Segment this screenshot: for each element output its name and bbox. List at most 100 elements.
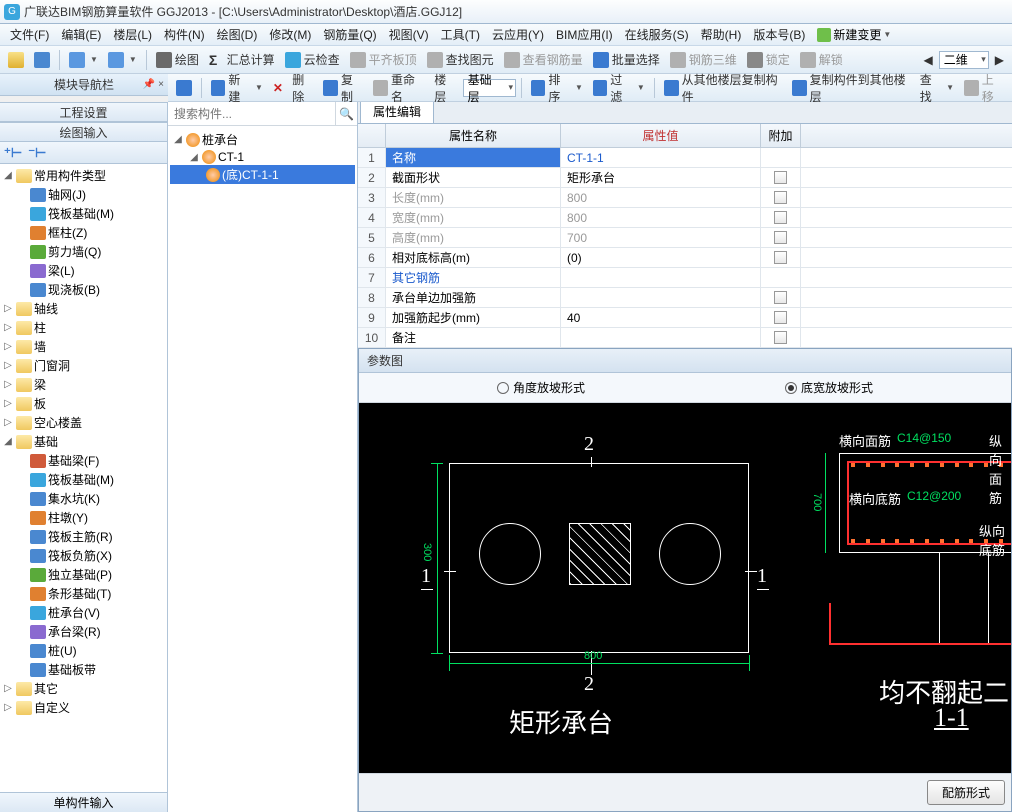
menu-help[interactable]: 帮助(H) <box>695 24 748 45</box>
tree-node[interactable]: ▷空心楼盖 <box>0 413 167 432</box>
menu-modify[interactable]: 修改(M) <box>263 24 317 45</box>
checkbox[interactable] <box>774 291 787 304</box>
new-change-button[interactable]: 新建变更▼ <box>817 26 891 43</box>
menu-version[interactable]: 版本号(B) <box>747 24 811 45</box>
menu-component[interactable]: 构件(N) <box>158 24 211 45</box>
tree-node[interactable]: ▷轴线 <box>0 299 167 318</box>
tree-node[interactable]: ▷梁 <box>0 375 167 394</box>
property-row[interactable]: 6相对底标高(m)(0) <box>358 248 1012 268</box>
checkbox[interactable] <box>774 231 787 244</box>
rebar-form-button[interactable]: 配筋形式 <box>927 780 1005 805</box>
collapse-icon[interactable]: ⁻⊢ <box>28 145 46 161</box>
single-input-tab[interactable]: 单构件输入 <box>0 792 168 812</box>
property-row[interactable]: 5高度(mm)700 <box>358 228 1012 248</box>
copy-button[interactable]: 复制 <box>319 69 367 107</box>
sort-button[interactable]: 排序▼ <box>527 69 587 107</box>
undo-button[interactable]: ▼ <box>65 50 102 70</box>
tree-node[interactable]: ▷门窗洞 <box>0 356 167 375</box>
tab-property[interactable]: 属性编辑 <box>360 102 434 123</box>
copyfrom-button[interactable]: 从其他楼层复制构件 <box>660 69 786 107</box>
property-row[interactable]: 10备注 <box>358 328 1012 348</box>
menu-draw[interactable]: 绘图(D) <box>211 24 264 45</box>
checkbox[interactable] <box>774 211 787 224</box>
rebar3d-button[interactable]: 钢筋三维 <box>666 49 741 70</box>
tree-node[interactable]: ▷墙 <box>0 337 167 356</box>
nav-back[interactable] <box>172 78 196 98</box>
cloud-check-button[interactable]: 云检查 <box>281 49 344 70</box>
instance-tree[interactable]: ◢桩承台 ◢CT-1 (底)CT-1-1 <box>168 126 357 812</box>
tree-node[interactable]: 条形基础(T) <box>0 584 167 603</box>
menu-floor[interactable]: 楼层(L) <box>107 24 158 45</box>
tree-node[interactable]: 轴网(J) <box>0 185 167 204</box>
tree-node[interactable]: 剪力墙(Q) <box>0 242 167 261</box>
delete-button[interactable]: ✕ 删除 <box>269 69 317 107</box>
tree-leaf-selected[interactable]: (底)CT-1-1 <box>170 165 355 184</box>
menu-tool[interactable]: 工具(T) <box>435 24 486 45</box>
tree-node[interactable]: 基础板带 <box>0 660 167 679</box>
new-button[interactable]: 新建▼ <box>207 69 267 107</box>
tree-node[interactable]: 梁(L) <box>0 261 167 280</box>
radio-angle[interactable]: 角度放坡形式 <box>497 379 585 396</box>
search-input[interactable] <box>168 102 335 125</box>
unlock-button[interactable]: 解锁 <box>796 49 847 70</box>
pin-icon[interactable]: 📌 × <box>143 79 164 90</box>
property-row[interactable]: 8承台单边加强筋 <box>358 288 1012 308</box>
tree-node[interactable]: ▷其它 <box>0 679 167 698</box>
sum-button[interactable]: Σ 汇总计算 <box>205 49 279 70</box>
open-button[interactable] <box>4 50 28 70</box>
tree-node[interactable]: 承台梁(R) <box>0 622 167 641</box>
view-next[interactable]: ▶ <box>991 51 1008 69</box>
find-graph-button[interactable]: 查找图元 <box>423 49 498 70</box>
tree-node[interactable]: 现浇板(B) <box>0 280 167 299</box>
tree-node[interactable]: ▷自定义 <box>0 698 167 717</box>
tree-node[interactable]: 集水坑(K) <box>0 489 167 508</box>
draw-button[interactable]: 绘图 <box>152 49 203 70</box>
property-row[interactable]: 4宽度(mm)800 <box>358 208 1012 228</box>
checkbox[interactable] <box>774 311 787 324</box>
menu-file[interactable]: 文件(F) <box>4 24 55 45</box>
checkbox[interactable] <box>774 251 787 264</box>
tree-node[interactable]: 桩(U) <box>0 641 167 660</box>
menu-cloud[interactable]: 云应用(Y) <box>486 24 550 45</box>
tree-node[interactable]: 独立基础(P) <box>0 565 167 584</box>
draw-input[interactable]: 绘图输入 <box>0 122 167 142</box>
floor-combo[interactable]: 基础层 <box>463 79 516 97</box>
property-row[interactable]: 3长度(mm)800 <box>358 188 1012 208</box>
lock-button[interactable]: 锁定 <box>743 49 794 70</box>
menu-online[interactable]: 在线服务(S) <box>619 24 695 45</box>
up-button[interactable]: 上移 <box>960 69 1008 107</box>
save-button[interactable] <box>30 50 54 70</box>
batch-button[interactable]: 批量选择 <box>589 49 664 70</box>
search-button[interactable]: 🔍 <box>335 102 357 125</box>
view-combo[interactable]: 二维 <box>939 51 989 69</box>
proj-settings[interactable]: 工程设置 <box>0 102 167 122</box>
tree-node[interactable]: 柱墩(Y) <box>0 508 167 527</box>
tree-node[interactable]: 筏板负筋(X) <box>0 546 167 565</box>
copyto-button[interactable]: 复制构件到其他楼层 <box>788 69 914 107</box>
tree-node[interactable]: 桩承台(V) <box>0 603 167 622</box>
tree-child[interactable]: ◢CT-1 <box>170 149 355 165</box>
view-rebar-button[interactable]: 查看钢筋量 <box>500 49 587 70</box>
property-row[interactable]: 7其它钢筋 <box>358 268 1012 288</box>
filter-button[interactable]: 过滤▼ <box>589 69 649 107</box>
component-tree[interactable]: ◢常用构件类型轴网(J)筏板基础(M)框柱(Z)剪力墙(Q)梁(L)现浇板(B)… <box>0 164 167 812</box>
view-prev[interactable]: ◀ <box>920 51 937 69</box>
tree-node[interactable]: ▷柱 <box>0 318 167 337</box>
redo-button[interactable]: ▼ <box>104 50 141 70</box>
tree-node[interactable]: 筏板主筋(R) <box>0 527 167 546</box>
menu-bim[interactable]: BIM应用(I) <box>550 24 619 45</box>
find-button[interactable]: 查找▼ <box>916 69 958 107</box>
tree-node[interactable]: ◢基础 <box>0 432 167 451</box>
tree-node[interactable]: ◢常用构件类型 <box>0 166 167 185</box>
checkbox[interactable] <box>774 331 787 344</box>
tree-root[interactable]: ◢桩承台 <box>170 130 355 149</box>
tree-node[interactable]: 筏板基础(M) <box>0 204 167 223</box>
checkbox[interactable] <box>774 171 787 184</box>
tree-node[interactable]: 筏板基础(M) <box>0 470 167 489</box>
property-row[interactable]: 9加强筋起步(mm)40 <box>358 308 1012 328</box>
tree-node[interactable]: 框柱(Z) <box>0 223 167 242</box>
flat-button[interactable]: 平齐板顶 <box>346 49 421 70</box>
tree-node[interactable]: ▷板 <box>0 394 167 413</box>
checkbox[interactable] <box>774 191 787 204</box>
radio-width[interactable]: 底宽放坡形式 <box>785 379 873 396</box>
